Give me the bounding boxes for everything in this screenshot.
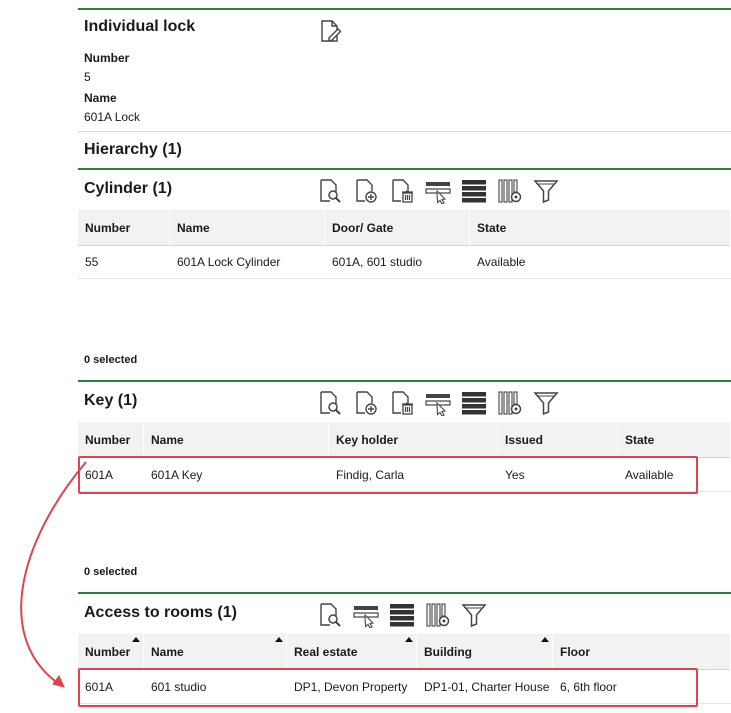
select-row-icon[interactable] bbox=[424, 389, 452, 417]
column-settings-icon[interactable] bbox=[496, 177, 524, 205]
key-table-header: Number Name Key holder Issued State bbox=[78, 422, 731, 458]
edit-document-icon[interactable] bbox=[316, 17, 344, 45]
lock-title: Individual lock bbox=[84, 18, 196, 35]
filter-icon[interactable] bbox=[532, 177, 560, 205]
cell-building: DP1-01, Charter House bbox=[424, 680, 550, 694]
filter-icon[interactable] bbox=[460, 601, 488, 629]
row-density-icon[interactable] bbox=[460, 389, 488, 417]
key-toolbar bbox=[316, 389, 560, 417]
section-divider bbox=[78, 8, 731, 10]
view-details-icon[interactable] bbox=[316, 601, 344, 629]
table-row[interactable]: 55 601A Lock Cylinder 601A, 601 studio A… bbox=[78, 246, 731, 279]
column-header-name-label: Name bbox=[151, 645, 184, 659]
delete-record-icon[interactable] bbox=[388, 177, 416, 205]
rooms-table-header: Number Name Real estate Building Floor bbox=[78, 634, 731, 670]
cell-state: Available bbox=[477, 255, 526, 269]
key-selected-count: 0 selected bbox=[84, 566, 138, 578]
lock-bottom-rule bbox=[78, 131, 731, 132]
sort-ascending-icon bbox=[132, 637, 140, 642]
column-header-name[interactable]: Name bbox=[170, 210, 325, 246]
column-header-name[interactable]: Name bbox=[144, 634, 287, 670]
sort-ascending-icon bbox=[541, 637, 549, 642]
cell-number: 55 bbox=[85, 255, 99, 269]
column-header-floor[interactable]: Floor bbox=[553, 634, 731, 670]
row-density-icon[interactable] bbox=[460, 177, 488, 205]
section-divider bbox=[78, 592, 731, 594]
column-header-number[interactable]: Number bbox=[78, 210, 170, 246]
cylinder-toolbar bbox=[316, 177, 560, 205]
column-header-building-label: Building bbox=[424, 645, 472, 659]
sort-ascending-icon bbox=[275, 637, 283, 642]
key-title: Key (1) bbox=[84, 392, 138, 409]
section-divider bbox=[78, 168, 731, 170]
row-density-icon[interactable] bbox=[388, 601, 416, 629]
cell-floor: 6, 6th floor bbox=[560, 680, 617, 694]
cell-issued: Yes bbox=[505, 468, 525, 482]
lock-name-label: Name bbox=[84, 91, 117, 105]
cell-number: 601A bbox=[85, 680, 114, 694]
cell-state: Available bbox=[625, 468, 674, 482]
cell-key-holder: Findig, Carla bbox=[336, 468, 405, 482]
column-header-issued[interactable]: Issued bbox=[498, 422, 618, 458]
select-row-icon[interactable] bbox=[352, 601, 380, 629]
column-header-state[interactable]: State bbox=[470, 210, 731, 246]
column-header-key-holder[interactable]: Key holder bbox=[329, 422, 498, 458]
column-header-building[interactable]: Building bbox=[417, 634, 553, 670]
column-settings-icon[interactable] bbox=[424, 601, 452, 629]
cell-name: 601A Key bbox=[151, 468, 203, 482]
cell-real-estate: DP1, Devon Property bbox=[294, 680, 408, 694]
select-row-icon[interactable] bbox=[424, 177, 452, 205]
cell-number: 601A bbox=[85, 468, 114, 482]
column-header-name[interactable]: Name bbox=[144, 422, 329, 458]
table-row[interactable]: 601A 601A Key Findig, Carla Yes Availabl… bbox=[78, 459, 731, 492]
column-header-door-gate[interactable]: Door/ Gate bbox=[325, 210, 470, 246]
column-settings-icon[interactable] bbox=[496, 389, 524, 417]
cell-door-gate: 601A, 601 studio bbox=[332, 255, 423, 269]
view-details-icon[interactable] bbox=[316, 389, 344, 417]
cylinder-table-header: Number Name Door/ Gate State bbox=[78, 210, 731, 246]
section-divider bbox=[78, 380, 731, 382]
filter-icon[interactable] bbox=[532, 389, 560, 417]
hierarchy-title[interactable]: Hierarchy (1) bbox=[84, 141, 182, 159]
view-details-icon[interactable] bbox=[316, 177, 344, 205]
cell-name: 601A Lock Cylinder bbox=[177, 255, 281, 269]
cylinder-title: Cylinder (1) bbox=[84, 180, 173, 197]
column-header-number[interactable]: Number bbox=[78, 634, 144, 670]
add-record-icon[interactable] bbox=[352, 389, 380, 417]
column-header-state[interactable]: State bbox=[618, 422, 731, 458]
lock-name-value: 601A Lock bbox=[84, 110, 141, 124]
lock-toolbar bbox=[316, 17, 344, 45]
column-header-real-estate-label: Real estate bbox=[294, 645, 358, 659]
rooms-toolbar bbox=[316, 601, 488, 629]
delete-record-icon[interactable] bbox=[388, 389, 416, 417]
column-header-real-estate[interactable]: Real estate bbox=[287, 634, 417, 670]
column-header-number[interactable]: Number bbox=[78, 422, 144, 458]
add-record-icon[interactable] bbox=[352, 177, 380, 205]
table-row[interactable]: 601A 601 studio DP1, Devon Property DP1-… bbox=[78, 671, 731, 704]
lock-number-label: Number bbox=[84, 51, 130, 65]
cylinder-selected-count: 0 selected bbox=[84, 354, 138, 366]
sort-ascending-icon bbox=[405, 637, 413, 642]
rooms-title: Access to rooms (1) bbox=[84, 604, 237, 621]
column-header-number-label: Number bbox=[85, 645, 131, 659]
cell-name: 601 studio bbox=[151, 680, 207, 694]
lock-number-value: 5 bbox=[84, 70, 91, 84]
